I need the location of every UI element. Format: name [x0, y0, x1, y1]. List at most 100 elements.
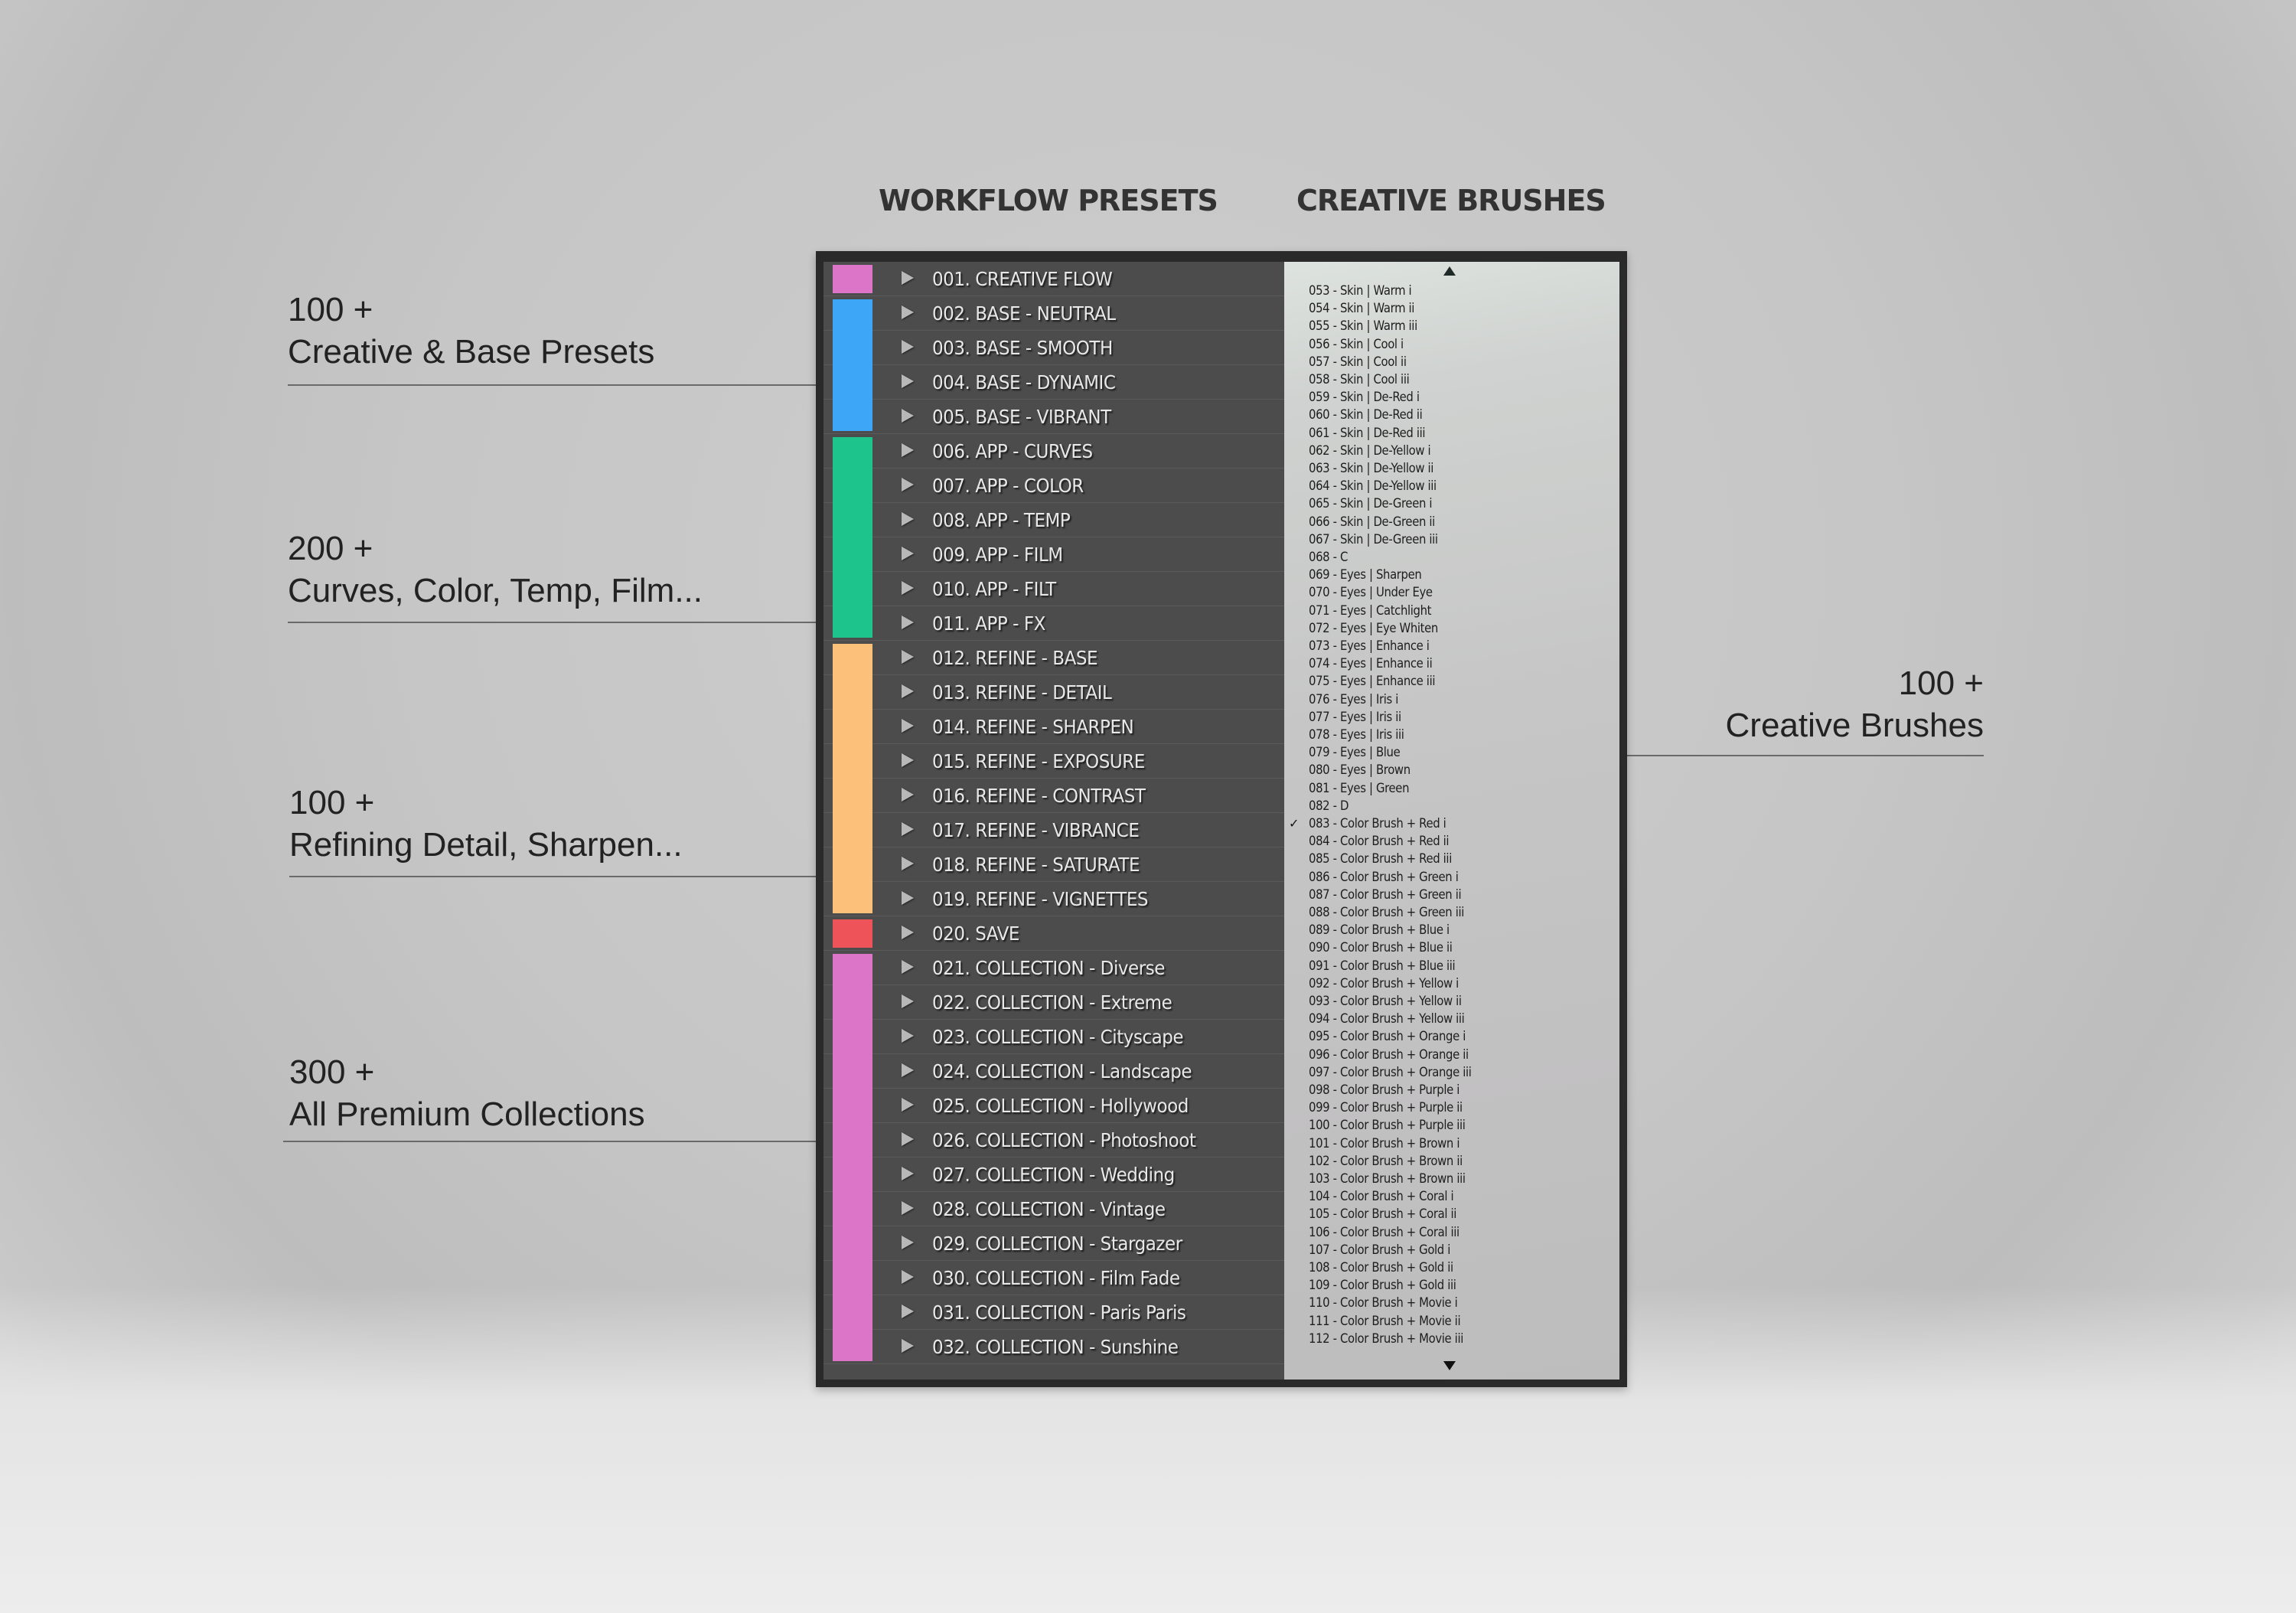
preset-folder-row[interactable]: 032. COLLECTION - Sunshine: [823, 1330, 1284, 1364]
disclosure-triangle-icon[interactable]: [902, 478, 914, 491]
preset-folder-row[interactable]: 020. SAVE: [823, 916, 1284, 951]
preset-folder-row[interactable]: 003. BASE - SMOOTH: [823, 331, 1284, 365]
preset-folder-row[interactable]: 001. CREATIVE FLOW: [823, 262, 1284, 296]
preset-folder-row[interactable]: 016. REFINE - CONTRAST: [823, 779, 1284, 813]
disclosure-triangle-icon[interactable]: [902, 650, 914, 664]
preset-folder-row[interactable]: 014. REFINE - SHARPEN: [823, 710, 1284, 744]
brush-preset-item[interactable]: 072 - Eyes | Eye Whiten: [1309, 621, 1438, 635]
preset-folder-row[interactable]: 019. REFINE - VIGNETTES: [823, 882, 1284, 916]
brush-preset-item[interactable]: 074 - Eyes | Enhance ii: [1309, 656, 1433, 671]
disclosure-triangle-icon[interactable]: [902, 1167, 914, 1180]
brush-preset-item[interactable]: 057 - Skin | Cool ii: [1309, 354, 1407, 369]
disclosure-triangle-icon[interactable]: [902, 822, 914, 836]
brush-preset-item[interactable]: 095 - Color Brush + Orange i: [1309, 1029, 1466, 1043]
brush-preset-item[interactable]: 087 - Color Brush + Green ii: [1309, 887, 1462, 902]
brush-preset-item[interactable]: 067 - Skin | De-Green iii: [1309, 532, 1438, 547]
brush-preset-item[interactable]: 055 - Skin | Warm iii: [1309, 318, 1417, 333]
preset-folder-row[interactable]: 013. REFINE - DETAIL: [823, 675, 1284, 710]
preset-folder-row[interactable]: 030. COLLECTION - Film Fade: [823, 1261, 1284, 1295]
brush-preset-item[interactable]: 109 - Color Brush + Gold iii: [1309, 1278, 1456, 1292]
brush-preset-item[interactable]: 076 - Eyes | Iris i: [1309, 692, 1398, 707]
brush-preset-item[interactable]: 069 - Eyes | Sharpen: [1309, 567, 1422, 582]
brush-preset-item[interactable]: 102 - Color Brush + Brown ii: [1309, 1154, 1463, 1168]
disclosure-triangle-icon[interactable]: [902, 1304, 914, 1318]
disclosure-triangle-icon[interactable]: [902, 409, 914, 423]
brush-preset-item[interactable]: 056 - Skin | Cool i: [1309, 337, 1404, 351]
preset-folder-row[interactable]: 010. APP - FILT: [823, 572, 1284, 606]
brush-preset-item[interactable]: 091 - Color Brush + Blue iii: [1309, 958, 1456, 973]
brush-preset-item[interactable]: 053 - Skin | Warm i: [1309, 283, 1412, 298]
brush-preset-item[interactable]: 077 - Eyes | Iris ii: [1309, 710, 1401, 724]
disclosure-triangle-icon[interactable]: [902, 1029, 914, 1043]
brush-preset-item[interactable]: 108 - Color Brush + Gold ii: [1309, 1260, 1453, 1275]
preset-folder-row[interactable]: 029. COLLECTION - Stargazer: [823, 1226, 1284, 1261]
disclosure-triangle-icon[interactable]: [902, 719, 914, 733]
preset-folder-row[interactable]: 021. COLLECTION - Diverse: [823, 951, 1284, 985]
preset-folder-row[interactable]: 026. COLLECTION - Photoshoot: [823, 1123, 1284, 1158]
preset-folder-row[interactable]: 024. COLLECTION - Landscape: [823, 1054, 1284, 1089]
preset-folder-row[interactable]: 023. COLLECTION - Cityscape: [823, 1020, 1284, 1054]
preset-folder-row[interactable]: 018. REFINE - SATURATE: [823, 847, 1284, 882]
disclosure-triangle-icon[interactable]: [902, 994, 914, 1008]
disclosure-triangle-icon[interactable]: [902, 1201, 914, 1215]
brush-preset-item[interactable]: 065 - Skin | De-Green i: [1309, 496, 1433, 511]
brush-preset-item[interactable]: 070 - Eyes | Under Eye: [1309, 585, 1433, 599]
preset-folder-row[interactable]: 007. APP - COLOR: [823, 469, 1284, 503]
brush-preset-item[interactable]: 063 - Skin | De-Yellow ii: [1309, 461, 1433, 475]
brush-preset-item[interactable]: 075 - Eyes | Enhance iii: [1309, 674, 1435, 688]
brush-preset-item[interactable]: 085 - Color Brush + Red iii: [1309, 851, 1452, 866]
brush-preset-item[interactable]: 084 - Color Brush + Red ii: [1309, 834, 1450, 848]
preset-folder-row[interactable]: 004. BASE - DYNAMIC: [823, 365, 1284, 400]
disclosure-triangle-icon[interactable]: [902, 340, 914, 354]
disclosure-triangle-icon[interactable]: [902, 305, 914, 319]
scroll-down-arrow-icon[interactable]: [1443, 1361, 1456, 1370]
brush-preset-item[interactable]: 093 - Color Brush + Yellow ii: [1309, 994, 1462, 1008]
disclosure-triangle-icon[interactable]: [902, 615, 914, 629]
brush-preset-item[interactable]: 086 - Color Brush + Green i: [1309, 870, 1459, 884]
preset-folder-row[interactable]: 009. APP - FILM: [823, 537, 1284, 572]
brush-preset-item[interactable]: 059 - Skin | De-Red i: [1309, 390, 1420, 404]
preset-folder-row[interactable]: 025. COLLECTION - Hollywood: [823, 1089, 1284, 1123]
disclosure-triangle-icon[interactable]: [902, 1270, 914, 1284]
preset-folder-row[interactable]: 002. BASE - NEUTRAL: [823, 296, 1284, 331]
brush-preset-item[interactable]: 088 - Color Brush + Green iii: [1309, 905, 1464, 919]
brush-preset-item[interactable]: 061 - Skin | De-Red iii: [1309, 426, 1425, 440]
brush-preset-item[interactable]: 064 - Skin | De-Yellow iii: [1309, 478, 1437, 493]
preset-folder-row[interactable]: 027. COLLECTION - Wedding: [823, 1158, 1284, 1192]
preset-folder-row[interactable]: 012. REFINE - BASE: [823, 641, 1284, 675]
brush-preset-item[interactable]: 103 - Color Brush + Brown iii: [1309, 1171, 1466, 1186]
brush-preset-item[interactable]: 058 - Skin | Cool iii: [1309, 372, 1410, 387]
brush-preset-item[interactable]: 081 - Eyes | Green: [1309, 781, 1409, 795]
brush-preset-item[interactable]: 089 - Color Brush + Blue i: [1309, 922, 1450, 937]
brush-preset-item[interactable]: 062 - Skin | De-Yellow i: [1309, 443, 1431, 458]
brush-preset-item[interactable]: 100 - Color Brush + Purple iii: [1309, 1118, 1466, 1132]
preset-folder-row[interactable]: 005. BASE - VIBRANT: [823, 400, 1284, 434]
brush-preset-item[interactable]: 101 - Color Brush + Brown i: [1309, 1136, 1459, 1151]
brush-preset-item[interactable]: 068 - C: [1309, 550, 1348, 564]
brush-preset-item[interactable]: 098 - Color Brush + Purple i: [1309, 1082, 1459, 1097]
disclosure-triangle-icon[interactable]: [902, 753, 914, 767]
preset-folder-row[interactable]: 022. COLLECTION - Extreme: [823, 985, 1284, 1020]
brush-preset-item[interactable]: 054 - Skin | Warm ii: [1309, 301, 1414, 315]
brush-preset-item[interactable]: 110 - Color Brush + Movie i: [1309, 1295, 1458, 1310]
preset-folder-row[interactable]: 028. COLLECTION - Vintage: [823, 1192, 1284, 1226]
preset-folder-row[interactable]: 006. APP - CURVES: [823, 434, 1284, 469]
disclosure-triangle-icon[interactable]: [902, 1236, 914, 1249]
disclosure-triangle-icon[interactable]: [902, 788, 914, 802]
disclosure-triangle-icon[interactable]: [902, 443, 914, 457]
preset-folder-row[interactable]: 031. COLLECTION - Paris Paris: [823, 1295, 1284, 1330]
brush-preset-item[interactable]: 092 - Color Brush + Yellow i: [1309, 976, 1459, 991]
brush-preset-item[interactable]: 060 - Skin | De-Red ii: [1309, 407, 1423, 422]
disclosure-triangle-icon[interactable]: [902, 271, 914, 285]
disclosure-triangle-icon[interactable]: [902, 1339, 914, 1353]
brush-preset-item[interactable]: 112 - Color Brush + Movie iii: [1309, 1331, 1463, 1346]
brush-preset-item[interactable]: 096 - Color Brush + Orange ii: [1309, 1047, 1469, 1062]
disclosure-triangle-icon[interactable]: [902, 926, 914, 939]
brush-preset-item[interactable]: 082 - D: [1309, 798, 1349, 813]
disclosure-triangle-icon[interactable]: [902, 891, 914, 905]
brush-preset-item[interactable]: 078 - Eyes | Iris iii: [1309, 727, 1404, 742]
disclosure-triangle-icon[interactable]: [902, 684, 914, 698]
brush-preset-item[interactable]: 094 - Color Brush + Yellow iii: [1309, 1011, 1465, 1026]
brush-preset-item[interactable]: 073 - Eyes | Enhance i: [1309, 638, 1430, 653]
brush-preset-item[interactable]: 066 - Skin | De-Green ii: [1309, 514, 1435, 529]
